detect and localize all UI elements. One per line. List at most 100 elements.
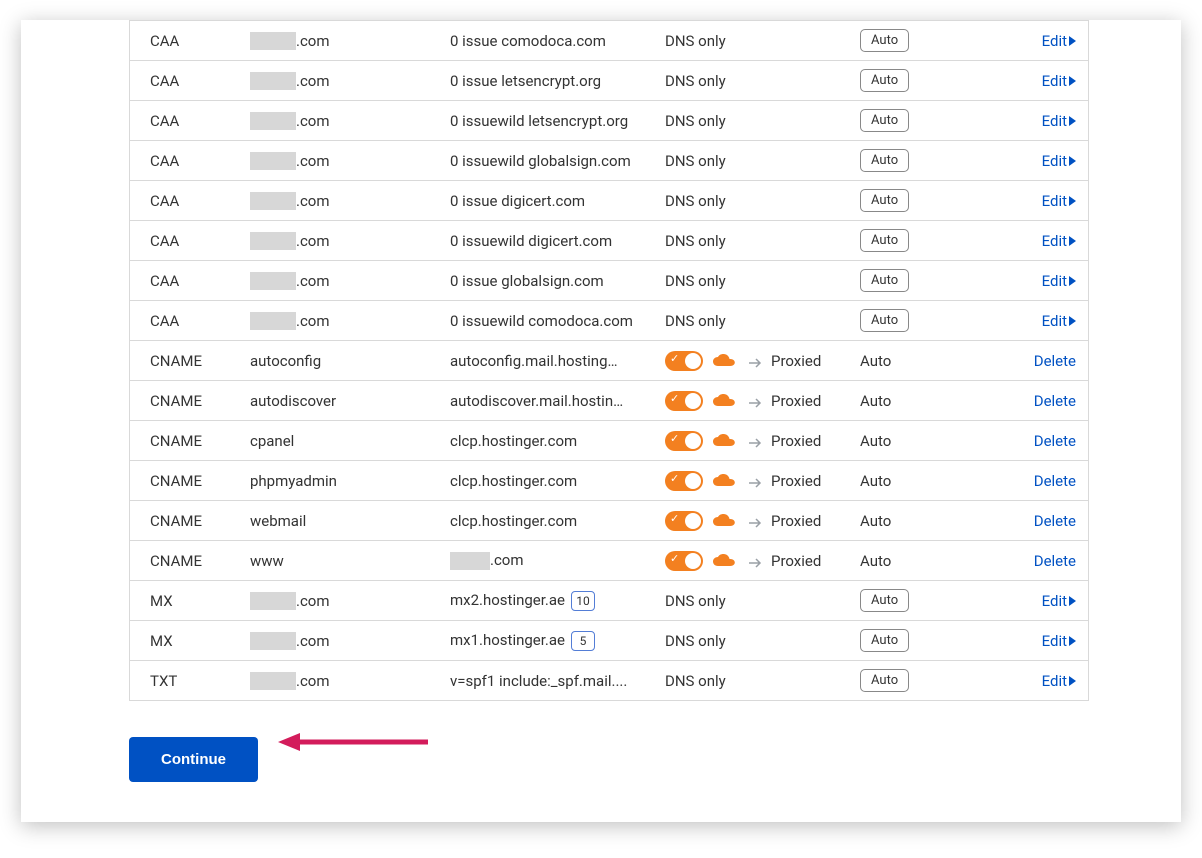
proxy-status: DNS only xyxy=(665,192,860,210)
table-row: CNAMEautodiscoverautodiscover.mail.hosti… xyxy=(130,380,1088,420)
edit-button[interactable]: Edit xyxy=(1042,632,1076,650)
record-type: CNAME xyxy=(150,352,250,370)
redacted-text xyxy=(250,312,296,330)
proxy-toggle[interactable] xyxy=(665,391,703,411)
proxy-label: DNS only xyxy=(665,192,726,210)
proxy-status: DNS only xyxy=(665,632,860,650)
record-name: www xyxy=(250,552,450,570)
record-type: CAA xyxy=(150,152,250,170)
delete-button[interactable]: Delete xyxy=(1034,552,1076,570)
delete-button[interactable]: Delete xyxy=(1034,512,1076,530)
proxy-toggle[interactable] xyxy=(665,551,703,571)
delete-button[interactable]: Delete xyxy=(1034,392,1076,410)
ttl-dropdown[interactable]: Auto xyxy=(860,629,909,652)
record-type: MX xyxy=(150,632,250,650)
ttl-dropdown[interactable]: Auto xyxy=(860,69,909,92)
record-value: 0 issuewild digicert.com xyxy=(450,232,665,250)
ttl-dropdown[interactable]: Auto xyxy=(860,269,909,292)
proxy-status: DNS only xyxy=(665,312,860,330)
ttl-dropdown[interactable]: Auto xyxy=(860,109,909,132)
continue-button[interactable]: Continue xyxy=(129,737,258,782)
redacted-text xyxy=(250,32,296,50)
record-name: .com xyxy=(250,232,450,250)
caret-right-icon xyxy=(1069,36,1076,46)
proxy-label: DNS only xyxy=(665,232,726,250)
record-name: .com xyxy=(250,592,450,610)
ttl-cell: Auto xyxy=(860,669,965,692)
proxy-label: Proxied xyxy=(771,552,821,570)
record-type: CAA xyxy=(150,232,250,250)
edit-button[interactable]: Edit xyxy=(1042,192,1076,210)
proxy-status: DNS only xyxy=(665,32,860,50)
redacted-text xyxy=(250,232,296,250)
delete-button[interactable]: Delete xyxy=(1034,472,1076,490)
ttl-cell: Auto xyxy=(860,552,965,570)
record-value: 0 issue digicert.com xyxy=(450,192,665,210)
proxy-toggle[interactable] xyxy=(665,511,703,531)
ttl-text: Auto xyxy=(860,392,891,410)
cloud-icon xyxy=(711,393,741,409)
ttl-dropdown[interactable]: Auto xyxy=(860,589,909,612)
record-name: .com xyxy=(250,112,450,130)
record-name: .com xyxy=(250,192,450,210)
record-type: CNAME xyxy=(150,512,250,530)
proxy-toggle[interactable] xyxy=(665,471,703,491)
record-value: mx2.hostinger.ae10 xyxy=(450,591,665,611)
ttl-dropdown[interactable]: Auto xyxy=(860,669,909,692)
edit-button[interactable]: Edit xyxy=(1042,72,1076,90)
proxy-status: Proxied xyxy=(665,391,860,411)
proxy-status: DNS only xyxy=(665,592,860,610)
table-row: CAA.com0 issue comodoca.comDNS onlyAutoE… xyxy=(130,20,1088,60)
caret-right-icon xyxy=(1069,276,1076,286)
edit-button[interactable]: Edit xyxy=(1042,592,1076,610)
caret-right-icon xyxy=(1069,636,1076,646)
proxy-toggle[interactable] xyxy=(665,431,703,451)
record-value: 0 issuewild globalsign.com xyxy=(450,152,665,170)
edit-button[interactable]: Edit xyxy=(1042,32,1076,50)
record-value: autoconfig.mail.hosting… xyxy=(450,352,665,370)
ttl-dropdown[interactable]: Auto xyxy=(860,309,909,332)
table-row: CAA.com0 issuewild globalsign.comDNS onl… xyxy=(130,140,1088,180)
ttl-cell: Auto xyxy=(860,229,965,252)
ttl-cell: Auto xyxy=(860,352,965,370)
record-name: autodiscover xyxy=(250,392,450,410)
ttl-dropdown[interactable]: Auto xyxy=(860,189,909,212)
redacted-text xyxy=(450,552,490,570)
proxy-label: DNS only xyxy=(665,272,726,290)
proxy-status: DNS only xyxy=(665,272,860,290)
record-name: .com xyxy=(250,272,450,290)
redacted-text xyxy=(250,112,296,130)
proxy-label: Proxied xyxy=(771,392,821,410)
record-type: CAA xyxy=(150,72,250,90)
proxy-status: Proxied xyxy=(665,431,860,451)
proxy-label: DNS only xyxy=(665,312,726,330)
ttl-dropdown[interactable]: Auto xyxy=(860,29,909,52)
proxy-status: DNS only xyxy=(665,112,860,130)
proxy-label: DNS only xyxy=(665,112,726,130)
edit-button[interactable]: Edit xyxy=(1042,112,1076,130)
delete-button[interactable]: Delete xyxy=(1034,432,1076,450)
dns-records-panel: CAA.com0 issue comodoca.comDNS onlyAutoE… xyxy=(21,20,1181,822)
ttl-cell: Auto xyxy=(860,309,965,332)
proxy-status: DNS only xyxy=(665,232,860,250)
ttl-dropdown[interactable]: Auto xyxy=(860,149,909,172)
edit-button[interactable]: Edit xyxy=(1042,312,1076,330)
record-name: phpmyadmin xyxy=(250,472,450,490)
edit-button[interactable]: Edit xyxy=(1042,232,1076,250)
edit-button[interactable]: Edit xyxy=(1042,672,1076,690)
delete-button[interactable]: Delete xyxy=(1034,352,1076,370)
caret-right-icon xyxy=(1069,596,1076,606)
table-row: CNAMEwww.comProxiedAutoDelete xyxy=(130,540,1088,580)
redacted-text xyxy=(250,192,296,210)
cloud-icon xyxy=(711,353,741,369)
record-value: 0 issue comodoca.com xyxy=(450,32,665,50)
ttl-text: Auto xyxy=(860,552,891,570)
ttl-dropdown[interactable]: Auto xyxy=(860,229,909,252)
record-value: clcp.hostinger.com xyxy=(450,432,665,450)
edit-button[interactable]: Edit xyxy=(1042,152,1076,170)
cloud-icon xyxy=(711,473,741,489)
proxy-label: DNS only xyxy=(665,672,726,690)
proxy-toggle[interactable] xyxy=(665,351,703,371)
ttl-cell: Auto xyxy=(860,512,965,530)
edit-button[interactable]: Edit xyxy=(1042,272,1076,290)
